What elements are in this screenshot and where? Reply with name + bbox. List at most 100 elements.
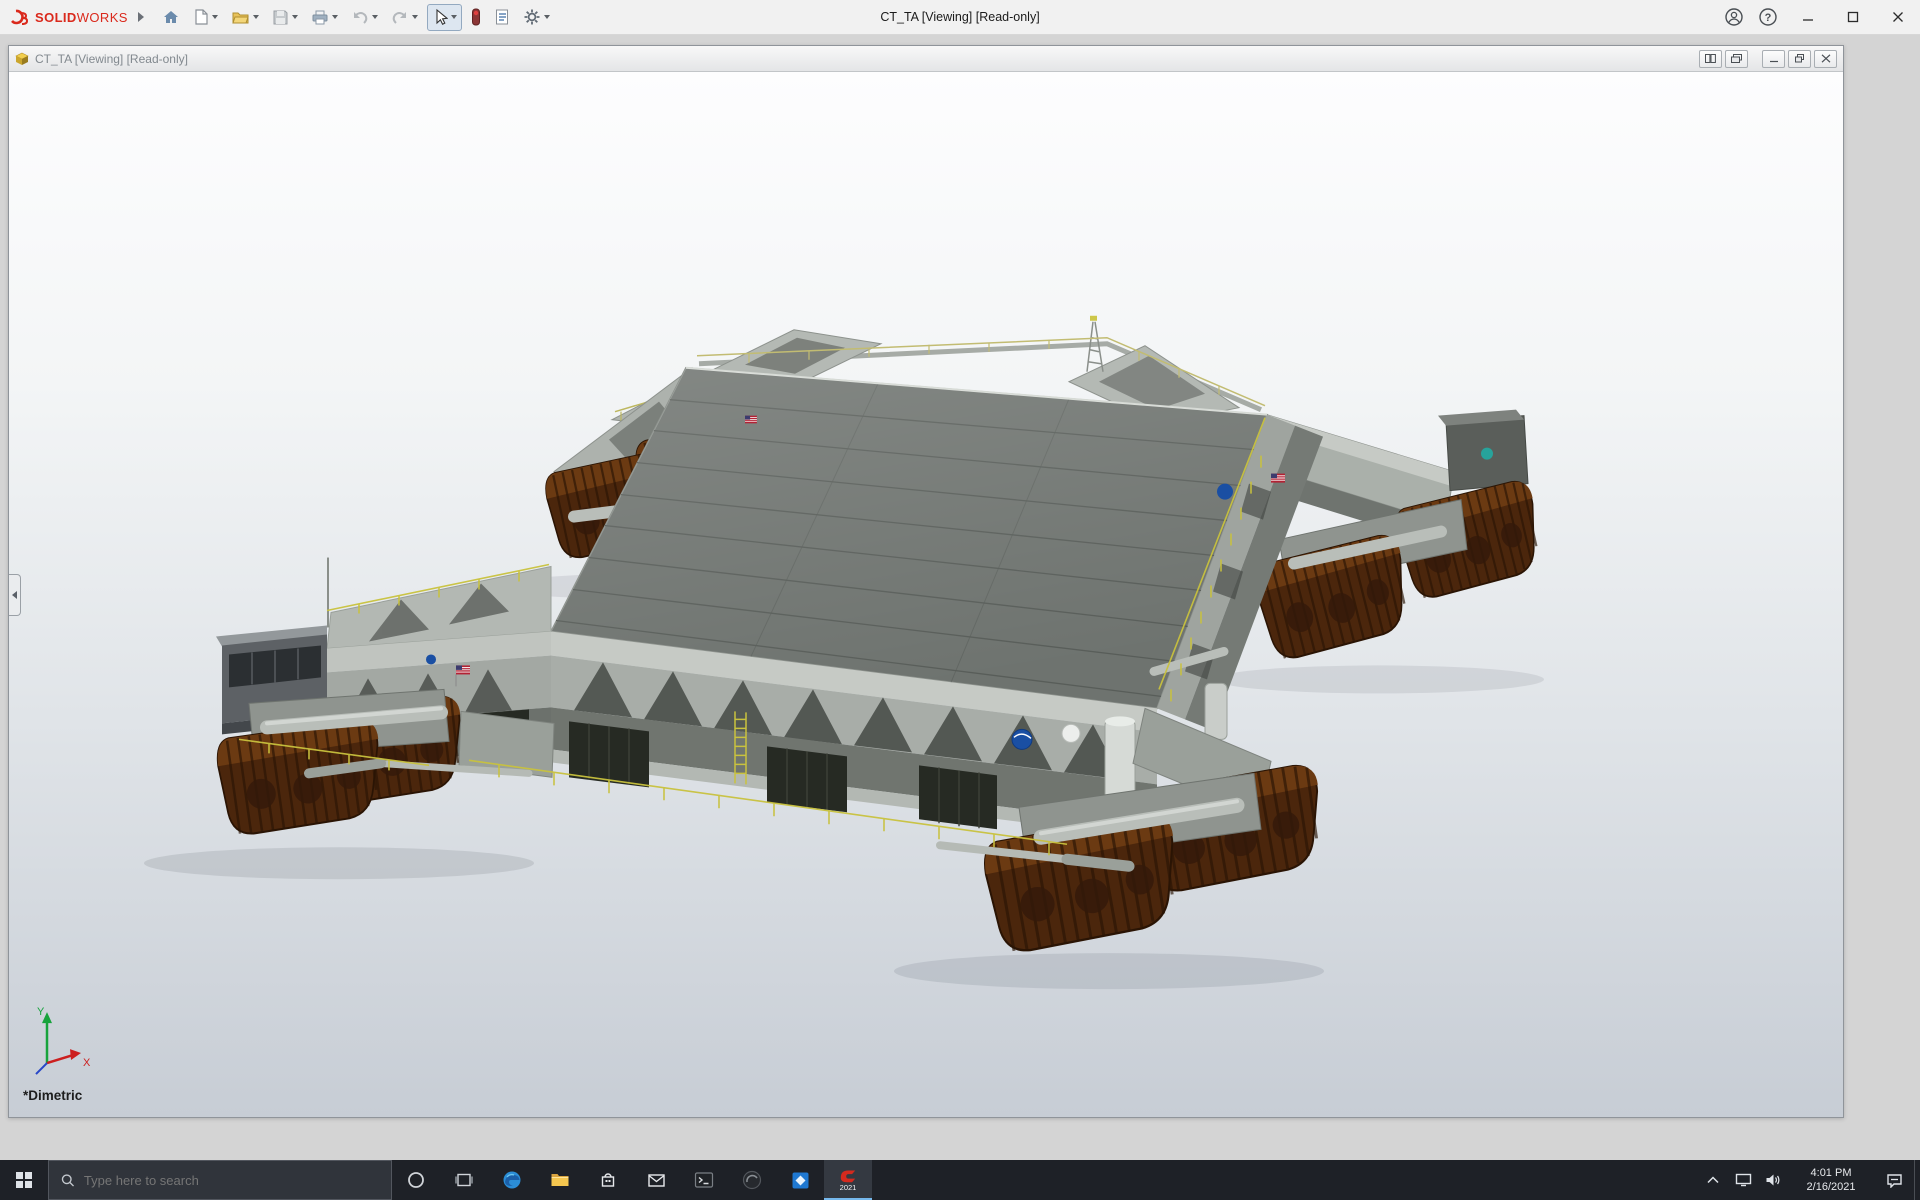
graphics-viewport[interactable]: Y X *Dimetric	[9, 72, 1843, 1117]
file-properties-icon	[494, 8, 510, 26]
triad-y-label: Y	[37, 1006, 45, 1018]
cascade-windows-icon	[1731, 54, 1742, 63]
account-button[interactable]	[1717, 0, 1751, 34]
redo-button[interactable]	[387, 4, 422, 31]
tile-windows-button[interactable]	[1699, 50, 1722, 68]
select-cursor-icon	[432, 8, 448, 26]
close-button[interactable]	[1875, 0, 1920, 34]
orientation-triad[interactable]: Y X	[36, 1006, 91, 1074]
open-button[interactable]	[227, 4, 263, 31]
volume-tray-button[interactable]	[1758, 1160, 1788, 1200]
windows-taskbar: 2021 4:01 PM 2/16/2021	[0, 1160, 1920, 1200]
rebuild-icon	[471, 8, 481, 26]
show-desktop-button[interactable]	[1914, 1160, 1920, 1200]
dropdown-caret-icon	[412, 15, 418, 19]
display-icon	[1735, 1173, 1752, 1187]
dropdown-caret-icon	[332, 15, 338, 19]
save-button[interactable]	[268, 4, 302, 31]
solidworks-year-badge: 2021	[840, 1184, 857, 1192]
edge-button[interactable]	[488, 1160, 536, 1200]
window-title: CT_TA [Viewing] [Read-only]	[880, 10, 1039, 24]
solidworks-logo: SOLIDWORKS	[10, 8, 128, 26]
display-tray-button[interactable]	[1728, 1160, 1758, 1200]
part-document-icon	[15, 52, 29, 66]
tray-expand-button[interactable]	[1698, 1160, 1728, 1200]
file-explorer-button[interactable]	[536, 1160, 584, 1200]
minimize-icon	[1802, 11, 1814, 23]
start-button[interactable]	[0, 1160, 48, 1200]
clock-time: 4:01 PM	[1811, 1166, 1852, 1180]
close-icon	[1821, 54, 1831, 63]
redo-icon	[391, 9, 409, 26]
document-window: CT_TA [Viewing] [Read-only]	[8, 45, 1844, 1118]
minimize-button[interactable]	[1785, 0, 1830, 34]
app-titlebar: SOLIDWORKS	[0, 0, 1920, 35]
cascade-windows-button[interactable]	[1725, 50, 1748, 68]
view-orientation-label: *Dimetric	[23, 1088, 82, 1103]
dropdown-caret-icon	[451, 15, 457, 19]
featuremanager-collapsed-tab[interactable]	[9, 574, 21, 616]
store-button[interactable]	[584, 1160, 632, 1200]
dark-app-button[interactable]	[728, 1160, 776, 1200]
mdi-background: CT_TA [Viewing] [Read-only]	[0, 35, 1920, 1160]
crawler-transporter-model[interactable]: Y X	[9, 72, 1843, 1117]
volume-icon	[1765, 1173, 1782, 1187]
system-tray: 4:01 PM 2/16/2021	[1698, 1160, 1920, 1200]
store-icon	[599, 1171, 617, 1189]
undo-icon	[351, 9, 369, 26]
open-icon	[231, 8, 250, 26]
rebuild-button[interactable]	[467, 4, 485, 31]
account-icon	[1724, 7, 1744, 27]
terminal-icon	[694, 1171, 714, 1189]
cortana-button[interactable]	[392, 1160, 440, 1200]
undo-button[interactable]	[347, 4, 382, 31]
photos-app-icon	[791, 1171, 810, 1190]
terminal-button[interactable]	[680, 1160, 728, 1200]
mail-button[interactable]	[632, 1160, 680, 1200]
file-properties-button[interactable]	[490, 4, 514, 31]
minimize-icon	[1769, 54, 1779, 63]
document-title: CT_TA [Viewing] [Read-only]	[35, 52, 188, 66]
document-restore-button[interactable]	[1788, 50, 1811, 68]
svg-text:?: ?	[1765, 12, 1772, 24]
document-titlebar[interactable]: CT_TA [Viewing] [Read-only]	[9, 46, 1843, 72]
options-gear-icon	[523, 8, 541, 26]
chevron-left-icon	[11, 590, 18, 600]
action-center-icon	[1886, 1173, 1903, 1188]
dark-app-icon	[742, 1170, 762, 1190]
3ds-logo-icon	[10, 8, 30, 26]
document-close-button[interactable]	[1814, 50, 1837, 68]
document-minimize-button[interactable]	[1762, 50, 1785, 68]
select-tool-button[interactable]	[427, 4, 462, 31]
maximize-button[interactable]	[1830, 0, 1875, 34]
tray-expand-icon	[1707, 1176, 1719, 1184]
solidworks-icon	[838, 1166, 858, 1184]
clock-date: 2/16/2021	[1807, 1180, 1856, 1194]
help-icon: ?	[1758, 7, 1778, 27]
search-input[interactable]	[84, 1173, 379, 1188]
dropdown-caret-icon	[544, 15, 550, 19]
dropdown-caret-icon	[253, 15, 259, 19]
menu-expand-arrow-icon[interactable]	[138, 12, 144, 22]
print-icon	[311, 9, 329, 26]
photos-app-button[interactable]	[776, 1160, 824, 1200]
print-button[interactable]	[307, 4, 342, 31]
task-view-button[interactable]	[440, 1160, 488, 1200]
solidworks-taskbar-button[interactable]: 2021	[824, 1160, 872, 1200]
options-button[interactable]	[519, 4, 554, 31]
dropdown-caret-icon	[372, 15, 378, 19]
close-icon	[1892, 11, 1904, 23]
new-file-button[interactable]	[189, 4, 222, 31]
triad-x-label: X	[83, 1057, 91, 1069]
taskbar-search[interactable]	[48, 1160, 392, 1200]
dropdown-caret-icon	[212, 15, 218, 19]
cortana-icon	[407, 1171, 425, 1189]
taskbar-clock[interactable]: 4:01 PM 2/16/2021	[1788, 1160, 1874, 1200]
action-center-button[interactable]	[1874, 1160, 1914, 1200]
file-explorer-icon	[550, 1171, 570, 1189]
help-button[interactable]: ?	[1751, 0, 1785, 34]
brand-name: SOLIDWORKS	[35, 10, 128, 25]
save-icon	[272, 9, 289, 26]
home-button[interactable]	[158, 4, 184, 31]
tile-windows-icon	[1705, 54, 1716, 63]
